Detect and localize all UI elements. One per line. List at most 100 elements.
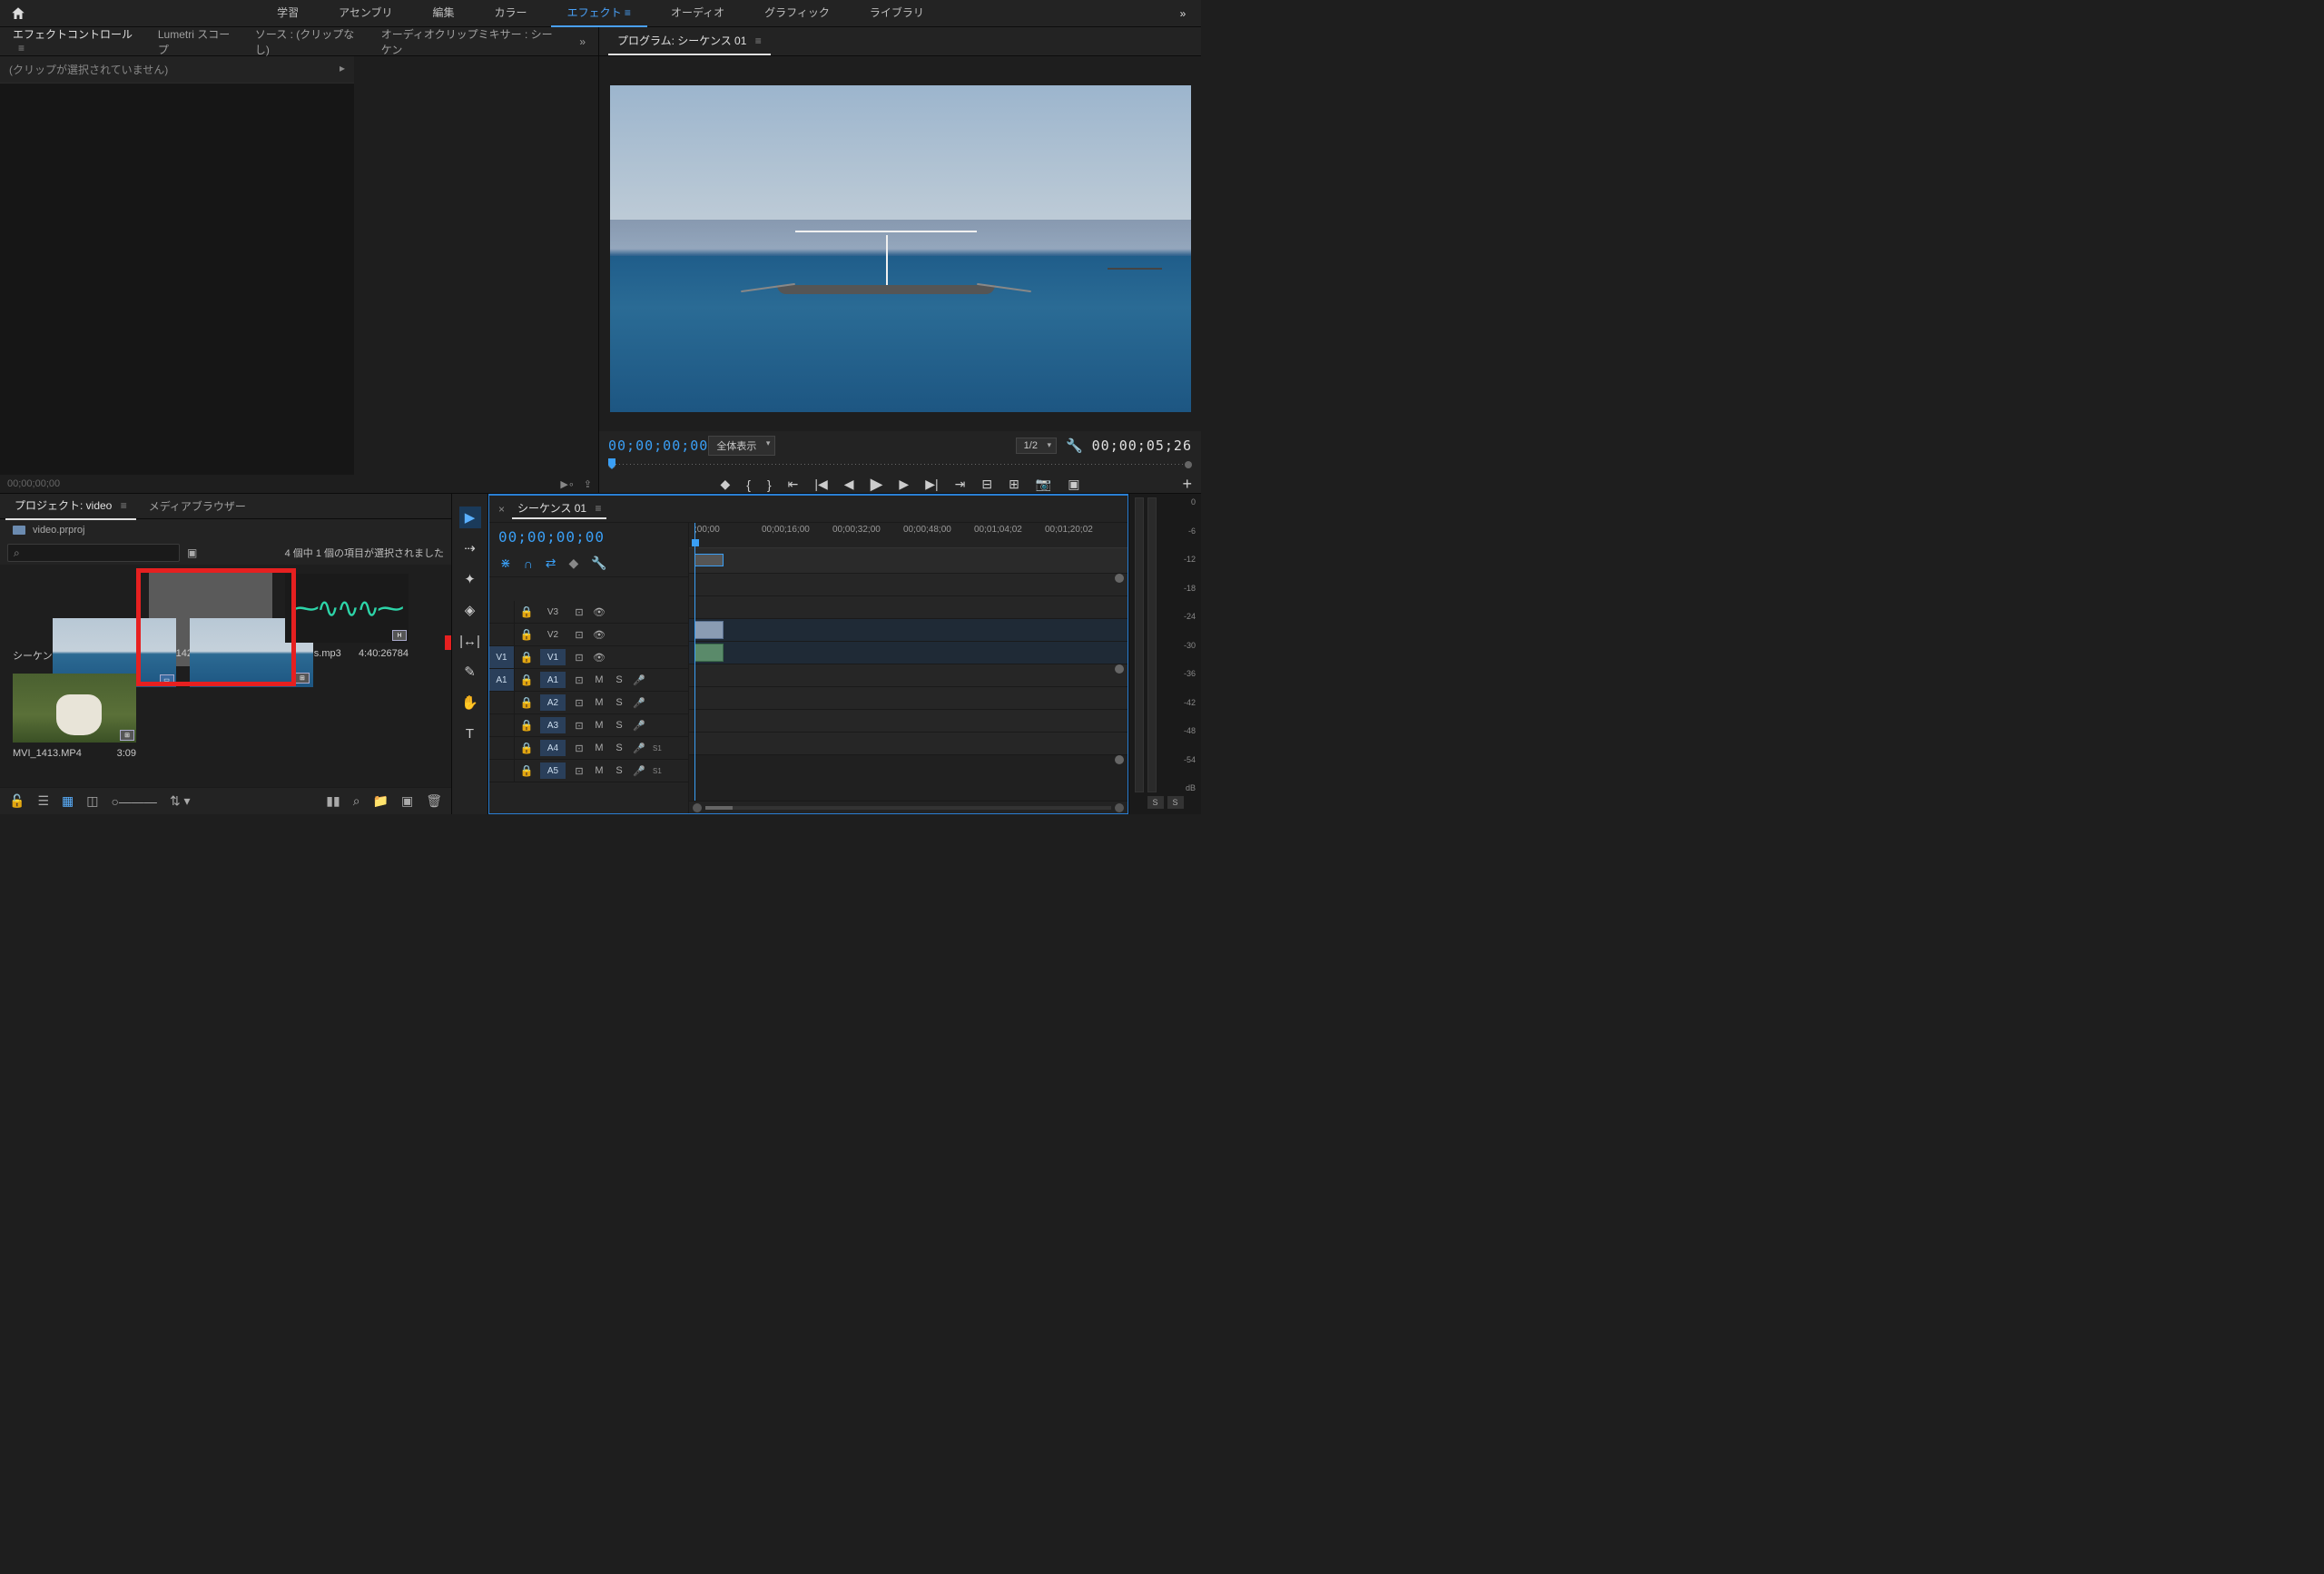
mark-in-icon[interactable]: { <box>746 477 751 492</box>
track-lane-a2[interactable] <box>689 664 1128 687</box>
ws-audio[interactable]: オーディオ <box>655 0 741 27</box>
prev-frame-icon[interactable]: ◀ <box>844 477 854 492</box>
compare-icon[interactable]: ▣ <box>1068 477 1079 492</box>
add-button-icon[interactable]: + <box>1182 475 1192 494</box>
lock-icon[interactable]: 🔒 <box>517 719 537 732</box>
chevron-right-icon[interactable]: ▸ <box>340 62 345 77</box>
sort-icon[interactable]: ⇅ ▾ <box>170 793 191 809</box>
solo-icon[interactable]: S <box>609 697 629 708</box>
next-frame-icon[interactable]: ▶ <box>899 477 909 492</box>
filter-bin-icon[interactable]: ▣ <box>187 546 197 559</box>
eye-icon[interactable]: 👁 <box>589 629 609 641</box>
lock-icon[interactable]: 🔒 <box>517 628 537 641</box>
lock-icon[interactable]: 🔒 <box>517 764 537 777</box>
mute-icon[interactable]: M <box>589 743 609 753</box>
search-input[interactable]: ⌕ <box>7 544 180 562</box>
pen-tool-icon[interactable]: ✎ <box>459 661 481 683</box>
track-lane-v3[interactable] <box>689 574 1128 596</box>
zoom-slider[interactable]: ○——— <box>111 794 156 809</box>
lock-icon[interactable]: 🔒 <box>517 742 537 754</box>
ws-library[interactable]: ライブラリ <box>853 0 940 27</box>
tab-media-browser[interactable]: メディアブラウザー <box>140 493 255 519</box>
tab-project[interactable]: プロジェクト: video ≡ <box>5 492 136 520</box>
type-tool-icon[interactable]: T <box>459 723 481 744</box>
track-v2-header[interactable]: 🔒 V2 ⊡ 👁 <box>489 624 688 646</box>
thumb-view-icon[interactable]: ▦ <box>62 793 74 809</box>
track-lane-v2[interactable] <box>689 596 1128 619</box>
mic-icon[interactable]: 🎤 <box>629 720 649 732</box>
step-fwd-icon[interactable]: ▶| <box>925 477 938 492</box>
slip-tool-icon[interactable]: |↔| <box>459 630 481 652</box>
find-icon[interactable]: ⌕ <box>353 793 360 809</box>
program-tc-left[interactable]: 00;00;00;00 <box>608 438 708 454</box>
menu-icon[interactable]: ≡ <box>755 34 762 47</box>
zoom-dropdown[interactable]: 1/2 <box>1016 438 1057 454</box>
audio-clip[interactable] <box>694 644 724 662</box>
eye-icon[interactable]: 👁 <box>589 652 609 664</box>
fit-dropdown[interactable]: 全体表示 <box>708 436 775 456</box>
timeline-tc[interactable]: 00;00;00;00 <box>498 528 605 546</box>
sequence-tab[interactable]: シーケンス 01 ≡ <box>512 498 606 519</box>
trash-icon[interactable]: 🗑 <box>426 793 442 809</box>
marker-icon[interactable]: ◆ <box>721 477 731 492</box>
timeline-ruler[interactable]: ;00;00 00;00;16;00 00;00;32;00 00;00;48;… <box>689 523 1128 548</box>
track-lane-a3[interactable] <box>689 687 1128 710</box>
zoom-handle-v[interactable] <box>1115 574 1124 583</box>
lift-icon[interactable]: ⊟ <box>981 477 992 492</box>
settings-icon[interactable]: 🔧 <box>591 556 606 571</box>
freeform-view-icon[interactable]: ◫ <box>86 793 98 809</box>
menu-icon[interactable]: ≡ <box>595 502 601 515</box>
mic-icon[interactable]: 🎤 <box>629 743 649 754</box>
linked-selection-icon[interactable]: ⇄ <box>546 556 556 571</box>
sync-lock-icon[interactable]: ⊡ <box>569 652 589 664</box>
close-sequence-icon[interactable]: × <box>498 503 505 516</box>
video-clip[interactable] <box>694 621 724 639</box>
step-back-icon[interactable]: |◀ <box>814 477 827 492</box>
automate-icon[interactable]: ▮▮ <box>326 793 340 809</box>
track-v1-header[interactable]: V1 🔒 V1 ⊡ 👁 <box>489 646 688 669</box>
new-bin-icon[interactable]: 📁 <box>373 793 389 809</box>
solo-icon[interactable]: S <box>609 743 629 753</box>
track-v3-header[interactable]: 🔒 V3 ⊡ 👁 <box>489 601 688 624</box>
program-title[interactable]: プログラム: シーケンス 01 ≡ <box>608 27 771 55</box>
go-to-in-icon[interactable]: ⇤ <box>788 477 799 492</box>
menu-icon[interactable]: ≡ <box>625 6 631 19</box>
menu-icon[interactable]: ≡ <box>121 499 127 512</box>
timeline-tracks-area[interactable]: ;00;00 00;00;16;00 00;00;32;00 00;00;48;… <box>689 523 1128 813</box>
track-select-tool-icon[interactable]: ⇢ <box>459 537 481 559</box>
tab-overflow[interactable]: » <box>570 30 595 54</box>
marker-icon[interactable]: ◆ <box>569 556 579 571</box>
sync-lock-icon[interactable]: ⊡ <box>569 629 589 641</box>
lock-icon[interactable]: 🔒 <box>517 674 537 686</box>
lock-icon[interactable]: 🔒 <box>517 605 537 618</box>
mic-icon[interactable]: 🎤 <box>629 765 649 777</box>
track-lane-a1[interactable] <box>689 642 1128 664</box>
lock-icon[interactable]: 🔒 <box>517 651 537 664</box>
sync-lock-icon[interactable]: ⊡ <box>569 743 589 754</box>
export-frame-icon[interactable]: 📷 <box>1036 477 1051 492</box>
new-item-icon[interactable]: ▣ <box>401 793 413 809</box>
mic-icon[interactable]: 🎤 <box>629 674 649 686</box>
home-button[interactable] <box>0 5 36 22</box>
zoom-handle-a[interactable] <box>1115 755 1124 764</box>
solo-icon[interactable]: S <box>609 765 629 776</box>
go-to-out-icon[interactable]: ⇥ <box>955 477 966 492</box>
solo-right-button[interactable]: S <box>1167 796 1184 809</box>
sync-lock-icon[interactable]: ⊡ <box>569 674 589 686</box>
selection-tool-icon[interactable]: ▶ <box>459 507 481 528</box>
solo-icon[interactable]: S <box>609 674 629 685</box>
overflow-button[interactable]: » <box>1165 7 1201 20</box>
mute-icon[interactable]: M <box>589 674 609 685</box>
track-a2-header[interactable]: 🔒 A2 ⊡ M S 🎤 <box>489 692 688 714</box>
playhead[interactable] <box>694 523 695 813</box>
sync-lock-icon[interactable]: ⊡ <box>569 606 589 618</box>
extract-icon[interactable]: ⊞ <box>1009 477 1019 492</box>
solo-left-button[interactable]: S <box>1147 796 1164 809</box>
play-only-icon[interactable]: ▶∘ <box>560 478 574 490</box>
snap-icon[interactable]: ⋇ <box>500 556 511 571</box>
solo-icon[interactable]: S <box>609 720 629 731</box>
track-lane-v1[interactable] <box>689 619 1128 642</box>
timeline-h-scrollbar[interactable] <box>689 801 1128 813</box>
mute-icon[interactable]: M <box>589 697 609 708</box>
sync-lock-icon[interactable]: ⊡ <box>569 720 589 732</box>
